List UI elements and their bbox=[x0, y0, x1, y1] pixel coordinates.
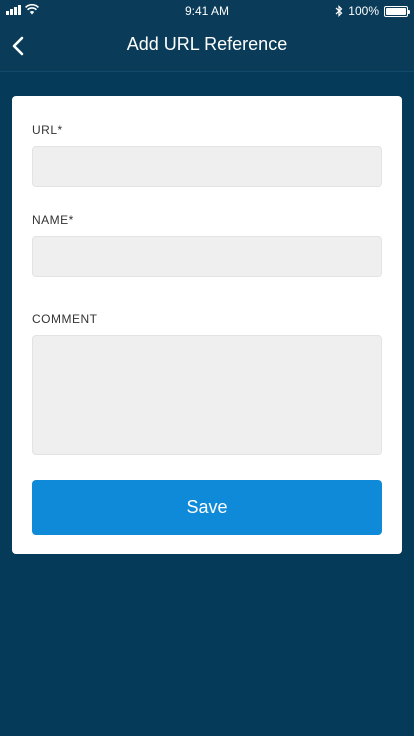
battery-icon bbox=[384, 5, 410, 17]
name-input[interactable] bbox=[32, 236, 382, 277]
status-right: 100% bbox=[335, 4, 410, 18]
nav-bar: Add URL Reference bbox=[0, 22, 414, 72]
status-bar: 9:41 AM 100% bbox=[0, 0, 414, 22]
battery-percent: 100% bbox=[348, 4, 379, 18]
page-title: Add URL Reference bbox=[126, 34, 288, 54]
form-card: URL* NAME* COMMENT Save bbox=[12, 96, 402, 554]
comment-label: COMMENT bbox=[32, 312, 98, 326]
url-label: URL* bbox=[32, 123, 63, 137]
name-label: NAME* bbox=[32, 213, 74, 227]
screen: 9:41 AM 100% Add URL Reference URL* NAME… bbox=[0, 0, 414, 736]
save-button[interactable]: Save bbox=[32, 480, 382, 535]
bluetooth-icon bbox=[335, 5, 343, 17]
comment-textarea[interactable] bbox=[32, 335, 382, 455]
url-input[interactable] bbox=[32, 146, 382, 187]
